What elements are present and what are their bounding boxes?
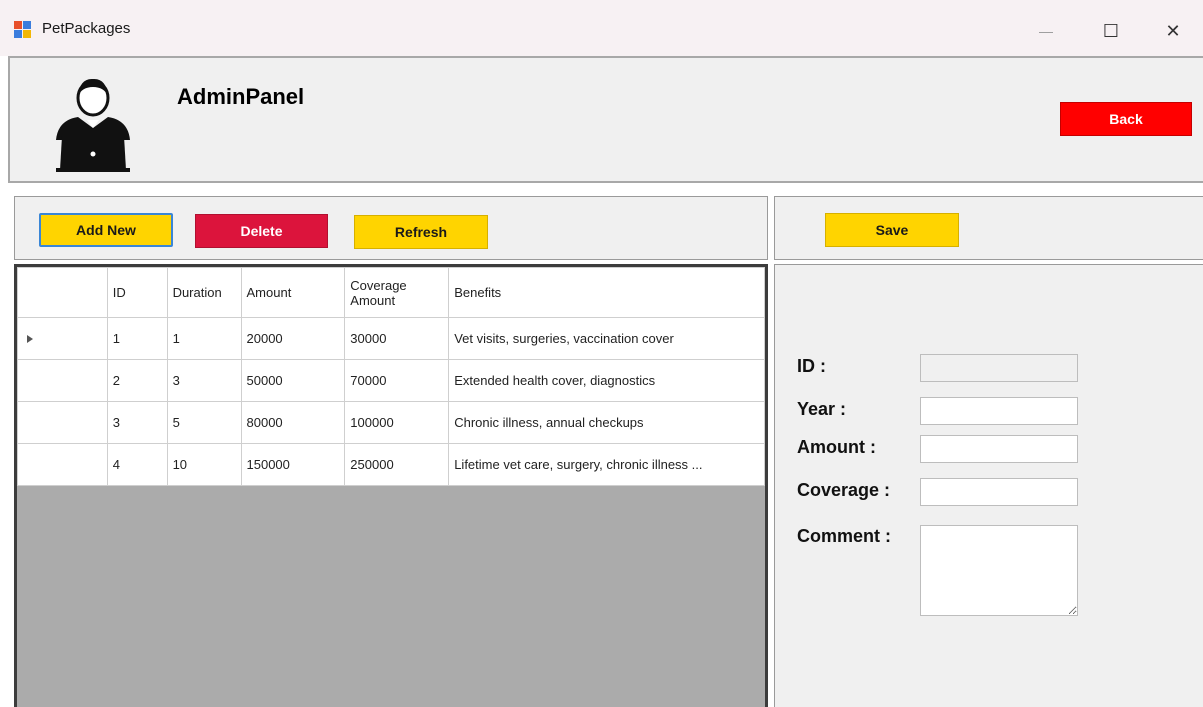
grid-toolbar: Add New Delete Refresh <box>14 196 768 260</box>
coverage-label: Coverage : <box>797 480 891 500</box>
minimize-button[interactable]: — <box>1023 14 1069 48</box>
cell-benefits[interactable]: Extended health cover, diagnostics <box>448 359 765 402</box>
cell-duration[interactable]: 10 <box>166 443 242 486</box>
id-field[interactable] <box>920 354 1078 382</box>
cell-coverage[interactable]: 70000 <box>344 359 450 402</box>
row-header[interactable] <box>17 443 108 486</box>
table-row[interactable]: 3 5 80000 100000 Chronic illness, annual… <box>17 401 765 444</box>
title-bar: PetPackages — ☐ ✕ <box>0 0 1203 56</box>
cell-id[interactable]: 3 <box>106 401 168 444</box>
column-header-amount[interactable]: Amount <box>240 267 346 318</box>
cell-coverage[interactable]: 100000 <box>344 401 450 444</box>
table-row[interactable]: 2 3 50000 70000 Extended health cover, d… <box>17 359 765 402</box>
id-label: ID : <box>797 356 826 376</box>
packages-table: ID Duration Amount Coverage Amount Benef… <box>17 267 765 486</box>
back-button[interactable]: Back <box>1060 102 1192 136</box>
table-header-row: ID Duration Amount Coverage Amount Benef… <box>17 267 765 318</box>
save-button[interactable]: Save <box>825 213 959 247</box>
cell-duration[interactable]: 3 <box>166 359 242 402</box>
close-icon: ✕ <box>1165 20 1181 41</box>
cell-duration[interactable]: 1 <box>166 317 242 360</box>
app-icon <box>14 21 32 39</box>
cell-coverage[interactable]: 250000 <box>344 443 450 486</box>
year-field[interactable] <box>920 397 1078 425</box>
cell-amount[interactable]: 50000 <box>240 359 346 402</box>
cell-id[interactable]: 1 <box>106 317 168 360</box>
page-title: AdminPanel <box>177 84 305 109</box>
column-header-coverage-amount[interactable]: Coverage Amount <box>344 267 450 318</box>
column-header-duration[interactable]: Duration <box>166 267 242 318</box>
form-toolbar: Save <box>774 196 1203 260</box>
year-label: Year : <box>797 399 847 419</box>
window-title: PetPackages <box>42 20 131 37</box>
cell-amount[interactable]: 20000 <box>240 317 346 360</box>
cell-coverage[interactable]: 30000 <box>344 317 450 360</box>
current-row-arrow-icon <box>27 335 33 343</box>
maximize-icon: ☐ <box>1102 20 1120 41</box>
delete-button[interactable]: Delete <box>195 214 328 248</box>
packages-grid[interactable]: ID Duration Amount Coverage Amount Benef… <box>14 264 768 707</box>
minimize-icon: — <box>1039 23 1053 39</box>
cell-benefits[interactable]: Vet visits, surgeries, vaccination cover <box>448 317 765 360</box>
refresh-button[interactable]: Refresh <box>354 215 488 249</box>
admin-user-laptop-icon <box>38 70 148 175</box>
amount-field[interactable] <box>920 435 1078 463</box>
row-header[interactable] <box>17 359 108 402</box>
cell-id[interactable]: 2 <box>106 359 168 402</box>
row-header-corner[interactable] <box>17 267 108 318</box>
cell-duration[interactable]: 5 <box>166 401 242 444</box>
coverage-field[interactable] <box>920 478 1078 506</box>
maximize-button[interactable]: ☐ <box>1088 14 1134 48</box>
table-row[interactable]: 4 10 150000 250000 Lifetime vet care, su… <box>17 443 765 486</box>
comment-label: Comment : <box>797 526 891 546</box>
cell-benefits[interactable]: Lifetime vet care, surgery, chronic illn… <box>448 443 765 486</box>
row-header[interactable] <box>17 401 108 444</box>
cell-benefits[interactable]: Chronic illness, annual checkups <box>448 401 765 444</box>
cell-amount[interactable]: 150000 <box>240 443 346 486</box>
package-form: ID : Year : Amount : Coverage : Comment … <box>774 264 1203 707</box>
amount-label: Amount : <box>797 437 876 457</box>
column-header-id[interactable]: ID <box>106 267 168 318</box>
row-header-selected[interactable] <box>17 317 108 360</box>
cell-id[interactable]: 4 <box>106 443 168 486</box>
cell-amount[interactable]: 80000 <box>240 401 346 444</box>
coverage-amount-header-label: Coverage Amount <box>350 277 407 308</box>
comment-field[interactable] <box>920 525 1078 616</box>
add-new-button[interactable]: Add New <box>39 213 173 247</box>
table-row[interactable]: 1 1 20000 30000 Vet visits, surgeries, v… <box>17 317 765 360</box>
column-header-benefits[interactable]: Benefits <box>448 267 765 318</box>
close-button[interactable]: ✕ <box>1150 14 1196 48</box>
header-panel: AdminPanel Back <box>8 56 1203 183</box>
